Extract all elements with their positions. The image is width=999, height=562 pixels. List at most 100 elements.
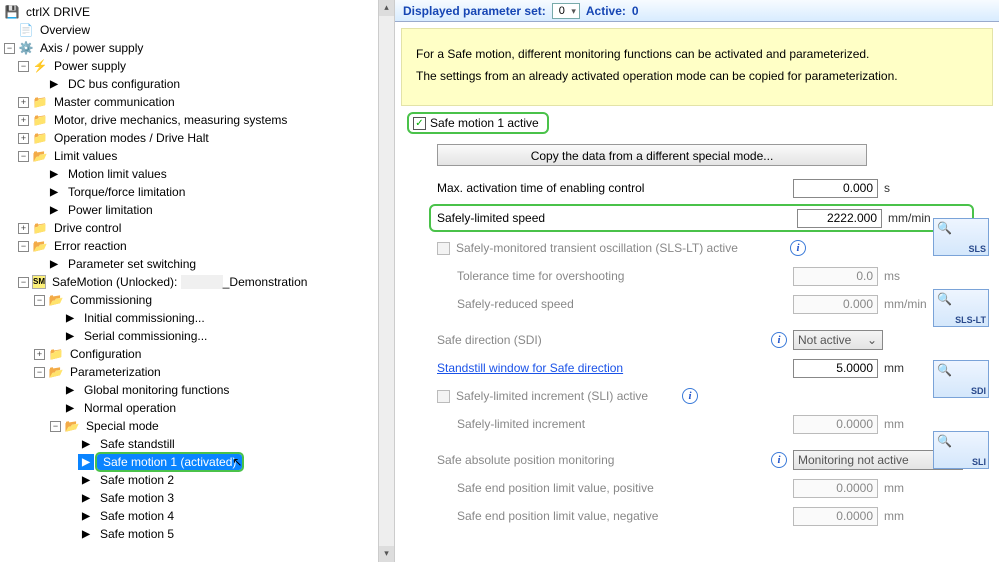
tree-master-comm-label[interactable]: Master communication bbox=[51, 94, 178, 110]
expand-icon[interactable]: + bbox=[18, 115, 29, 126]
tree-global-mon[interactable]: ▶ Global monitoring functions bbox=[0, 381, 394, 399]
max-activation-label: Max. activation time of enabling control bbox=[437, 181, 787, 195]
standstill-window-input[interactable] bbox=[793, 359, 878, 378]
tree-safe-motion-3[interactable]: ▶ Safe motion 3 bbox=[0, 489, 394, 507]
sli-thumbnail[interactable]: SLI bbox=[933, 431, 989, 469]
tree-motor[interactable]: + 📁 Motor, drive mechanics, measuring sy… bbox=[0, 111, 394, 129]
expand-icon[interactable]: − bbox=[34, 295, 45, 306]
tree-op-modes-label[interactable]: Operation modes / Drive Halt bbox=[51, 130, 212, 146]
tree-master-comm[interactable]: + 📁 Master communication bbox=[0, 93, 394, 111]
copy-mode-button[interactable]: Copy the data from a different special m… bbox=[437, 144, 867, 166]
tree-overview[interactable]: 📄 Overview bbox=[0, 21, 394, 39]
sls-input[interactable] bbox=[797, 209, 882, 228]
tree-power-supply-label[interactable]: Power supply bbox=[51, 58, 129, 74]
tree-param-switch-label[interactable]: Parameter set switching bbox=[65, 256, 199, 272]
info-line-1: For a Safe motion, different monitoring … bbox=[416, 43, 978, 65]
info-icon[interactable]: i bbox=[682, 388, 698, 404]
sls-thumbnail[interactable]: SLS bbox=[933, 218, 989, 256]
tree-safemotion-label[interactable]: SafeMotion (Unlocked): xxxxxxx_Demonstra… bbox=[49, 274, 310, 290]
tree-root-label[interactable]: ctrlX DRIVE bbox=[23, 4, 93, 20]
tree-special-mode-label[interactable]: Special mode bbox=[83, 418, 162, 434]
scroll-down-icon[interactable]: ▾ bbox=[379, 546, 394, 562]
max-activation-input[interactable] bbox=[793, 179, 878, 198]
tree-special-mode[interactable]: − 📂 Special mode bbox=[0, 417, 394, 435]
tree-safe-motion-1-label[interactable]: Safe motion 1 (activated) bbox=[97, 454, 242, 470]
tree-configuration[interactable]: + 📁 Configuration bbox=[0, 345, 394, 363]
tree-power-lim[interactable]: ▶ Power limitation bbox=[0, 201, 394, 219]
tree-error-react[interactable]: − 📂 Error reaction bbox=[0, 237, 394, 255]
expand-icon[interactable]: − bbox=[18, 241, 29, 252]
tree-axis-label[interactable]: Axis / power supply bbox=[37, 40, 146, 56]
tree-init-comm-label[interactable]: Initial commissioning... bbox=[81, 310, 208, 326]
sdi-select[interactable]: Not active bbox=[793, 330, 883, 350]
tree-commissioning[interactable]: − 📂 Commissioning bbox=[0, 291, 394, 309]
expand-icon[interactable]: + bbox=[18, 223, 29, 234]
tree-dc-bus-label[interactable]: DC bus configuration bbox=[65, 76, 183, 92]
expand-icon[interactable]: − bbox=[18, 277, 29, 288]
sli-checkbox[interactable] bbox=[437, 390, 450, 403]
tree-motor-label[interactable]: Motor, drive mechanics, measuring system… bbox=[51, 112, 290, 128]
tree-configuration-label[interactable]: Configuration bbox=[67, 346, 144, 362]
folder-icon: 📁 bbox=[32, 220, 48, 236]
expand-icon[interactable]: − bbox=[18, 151, 29, 162]
tree-dc-bus[interactable]: ▶ DC bus configuration bbox=[0, 75, 394, 93]
tree-torque-label[interactable]: Torque/force limitation bbox=[65, 184, 188, 200]
info-icon[interactable]: i bbox=[771, 452, 787, 468]
tree-safe-motion-2[interactable]: ▶ Safe motion 2 bbox=[0, 471, 394, 489]
tree-init-comm[interactable]: ▶ Initial commissioning... bbox=[0, 309, 394, 327]
tree-motion-limit-label[interactable]: Motion limit values bbox=[65, 166, 170, 182]
tree-safe-motion-4-label[interactable]: Safe motion 4 bbox=[97, 508, 177, 524]
tree-safe-motion-5[interactable]: ▶ Safe motion 5 bbox=[0, 525, 394, 543]
tree-drive-ctrl[interactable]: + 📁 Drive control bbox=[0, 219, 394, 237]
tree-root[interactable]: 💾 ctrlX DRIVE bbox=[0, 3, 394, 21]
tree-drive-ctrl-label[interactable]: Drive control bbox=[51, 220, 124, 236]
tree-serial-comm-label[interactable]: Serial commissioning... bbox=[81, 328, 210, 344]
folder-icon: 📁 bbox=[32, 130, 48, 146]
tree-panel[interactable]: 💾 ctrlX DRIVE 📄 Overview − ⚙️ Axis / pow… bbox=[0, 0, 395, 562]
tree-power-supply[interactable]: − ⚡ Power supply bbox=[0, 57, 394, 75]
tree-motion-limit[interactable]: ▶ Motion limit values bbox=[0, 165, 394, 183]
tree-parameterization-label[interactable]: Parameterization bbox=[67, 364, 164, 380]
tree-torque[interactable]: ▶ Torque/force limitation bbox=[0, 183, 394, 201]
tree-safe-standstill[interactable]: ▶ Safe standstill bbox=[0, 435, 394, 453]
tree-safe-motion-5-label[interactable]: Safe motion 5 bbox=[97, 526, 177, 542]
tree-op-modes[interactable]: + 📁 Operation modes / Drive Halt bbox=[0, 129, 394, 147]
tree-scrollbar[interactable]: ▴ ▾ bbox=[378, 0, 394, 562]
standstill-window-link[interactable]: Standstill window for Safe direction bbox=[437, 361, 787, 375]
tree-normal-op[interactable]: ▶ Normal operation bbox=[0, 399, 394, 417]
tree-safemotion[interactable]: − SM SafeMotion (Unlocked): xxxxxxx_Demo… bbox=[0, 273, 394, 291]
info-icon[interactable]: i bbox=[790, 240, 806, 256]
expand-icon[interactable]: − bbox=[18, 61, 29, 72]
tree-param-switch[interactable]: ▶ Parameter set switching bbox=[0, 255, 394, 273]
sls-lt-thumbnail[interactable]: SLS-LT bbox=[933, 289, 989, 327]
tree-limit-values-label[interactable]: Limit values bbox=[51, 148, 120, 164]
tree-axis[interactable]: − ⚙️ Axis / power supply bbox=[0, 39, 394, 57]
expand-icon[interactable]: + bbox=[34, 349, 45, 360]
tree-parameterization[interactable]: − 📂 Parameterization bbox=[0, 363, 394, 381]
tree-limit-values[interactable]: − 📂 Limit values bbox=[0, 147, 394, 165]
tree-safe-standstill-label[interactable]: Safe standstill bbox=[97, 436, 178, 452]
sdi-thumbnail[interactable]: SDI bbox=[933, 360, 989, 398]
expand-icon[interactable]: + bbox=[18, 133, 29, 144]
tree-power-lim-label[interactable]: Power limitation bbox=[65, 202, 156, 218]
info-icon[interactable]: i bbox=[771, 332, 787, 348]
param-set-select[interactable]: 0 bbox=[552, 3, 580, 19]
expand-icon[interactable]: − bbox=[50, 421, 61, 432]
tree-overview-label[interactable]: Overview bbox=[37, 22, 93, 38]
sls-lt-checkbox[interactable] bbox=[437, 242, 450, 255]
safe-motion-active-checkbox[interactable]: ✓ bbox=[413, 117, 426, 130]
tree-commissioning-label[interactable]: Commissioning bbox=[67, 292, 155, 308]
tree-normal-op-label[interactable]: Normal operation bbox=[81, 400, 179, 416]
expand-icon[interactable]: + bbox=[18, 97, 29, 108]
tree-safe-motion-1[interactable]: ▶ Safe motion 1 (activated) ↖ bbox=[0, 453, 394, 471]
tree-safe-motion-2-label[interactable]: Safe motion 2 bbox=[97, 472, 177, 488]
tree-global-mon-label[interactable]: Global monitoring functions bbox=[81, 382, 232, 398]
scroll-up-icon[interactable]: ▴ bbox=[379, 0, 394, 16]
tree-safe-motion-3-label[interactable]: Safe motion 3 bbox=[97, 490, 177, 506]
expand-icon[interactable]: − bbox=[4, 43, 15, 54]
scroll-track[interactable] bbox=[379, 16, 394, 546]
tree-serial-comm[interactable]: ▶ Serial commissioning... bbox=[0, 327, 394, 345]
tree-error-react-label[interactable]: Error reaction bbox=[51, 238, 130, 254]
expand-icon[interactable]: − bbox=[34, 367, 45, 378]
tree-safe-motion-4[interactable]: ▶ Safe motion 4 bbox=[0, 507, 394, 525]
